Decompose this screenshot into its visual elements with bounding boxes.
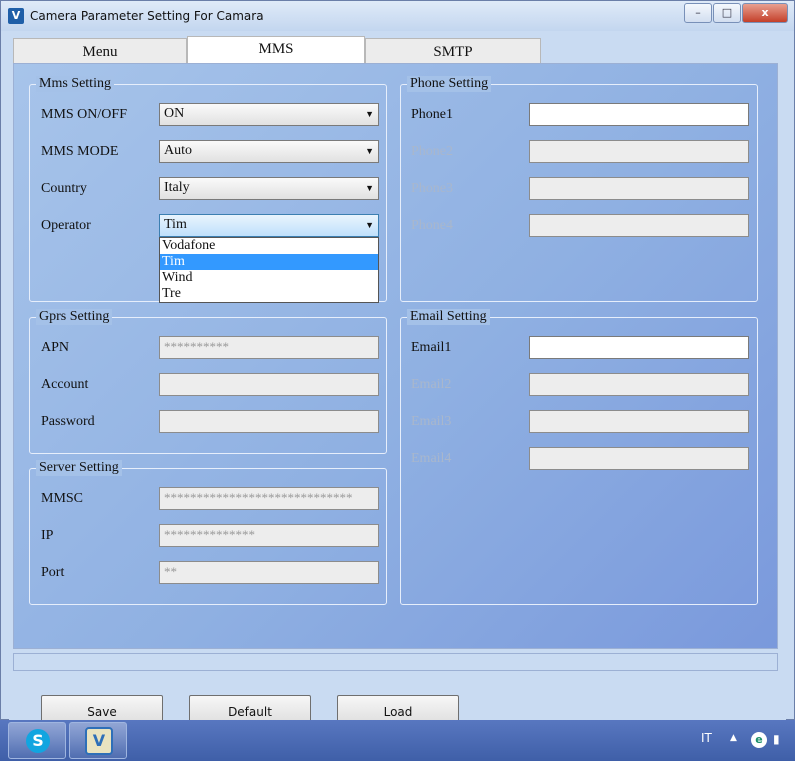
operator-value: Tim bbox=[164, 217, 187, 232]
phone4-field[interactable] bbox=[529, 214, 749, 237]
ip-field[interactable]: ************** bbox=[159, 524, 379, 547]
app-window: V Camera Parameter Setting For Camara – … bbox=[0, 0, 795, 725]
client-area: Menu MMS SMTP Mms Setting MMS ON/OFF ON … bbox=[9, 31, 786, 725]
status-bar bbox=[13, 653, 778, 671]
mms-setting-title: Mms Setting bbox=[36, 76, 114, 92]
chevron-down-icon: ▼ bbox=[365, 109, 374, 119]
taskbar: S V IT ▲ e ▮ bbox=[0, 720, 795, 761]
mms-onoff-label: MMS ON/OFF bbox=[41, 107, 127, 122]
language-indicator[interactable]: IT bbox=[701, 731, 712, 745]
email-setting-title: Email Setting bbox=[407, 309, 490, 325]
mmsc-label: MMSC bbox=[41, 491, 84, 506]
tab-menu[interactable]: Menu bbox=[13, 38, 187, 63]
title-bar[interactable]: V Camera Parameter Setting For Camara – … bbox=[1, 1, 794, 31]
tab-mms[interactable]: MMS bbox=[187, 36, 365, 64]
close-button[interactable]: x bbox=[742, 3, 788, 23]
email2-label: Email2 bbox=[411, 377, 452, 392]
country-combo[interactable]: Italy ▼ bbox=[159, 177, 379, 200]
phone-setting-title: Phone Setting bbox=[407, 76, 492, 92]
tab-smtp[interactable]: SMTP bbox=[365, 38, 541, 63]
chevron-down-icon: ▼ bbox=[365, 220, 374, 230]
apn-field[interactable]: ********** bbox=[159, 336, 379, 359]
email2-field[interactable] bbox=[529, 373, 749, 396]
operator-option-tim[interactable]: Tim bbox=[160, 254, 378, 270]
chevron-down-icon: ▼ bbox=[365, 146, 374, 156]
camera-app-icon: V bbox=[85, 727, 113, 755]
country-label: Country bbox=[41, 181, 87, 196]
mms-mode-value: Auto bbox=[164, 143, 192, 158]
mmsc-field[interactable]: ***************************** bbox=[159, 487, 379, 510]
gprs-setting-title: Gprs Setting bbox=[36, 309, 113, 325]
port-field[interactable]: ** bbox=[159, 561, 379, 584]
phone3-label: Phone3 bbox=[411, 181, 453, 196]
window-controls: – □ x bbox=[683, 3, 788, 23]
mms-onoff-value: ON bbox=[164, 106, 185, 121]
email4-label: Email4 bbox=[411, 451, 452, 466]
phone1-label: Phone1 bbox=[411, 107, 453, 122]
email4-field[interactable] bbox=[529, 447, 749, 470]
phone2-field[interactable] bbox=[529, 140, 749, 163]
phone4-label: Phone4 bbox=[411, 218, 453, 233]
operator-combo[interactable]: Tim ▼ bbox=[159, 214, 379, 237]
window-title: Camera Parameter Setting For Camara bbox=[30, 9, 264, 23]
email1-label: Email1 bbox=[411, 340, 452, 355]
mms-tab-panel: Mms Setting MMS ON/OFF ON ▼ MMS MODE Aut… bbox=[13, 63, 778, 649]
minimize-button[interactable]: – bbox=[684, 3, 712, 23]
ip-label: IP bbox=[41, 528, 54, 543]
operator-label: Operator bbox=[41, 218, 91, 233]
email3-field[interactable] bbox=[529, 410, 749, 433]
camera-app-icon: V bbox=[8, 8, 24, 24]
mms-mode-label: MMS MODE bbox=[41, 144, 119, 159]
operator-option-vodafone[interactable]: Vodafone bbox=[160, 238, 378, 254]
mms-onoff-combo[interactable]: ON ▼ bbox=[159, 103, 379, 126]
phone1-field[interactable] bbox=[529, 103, 749, 126]
chevron-down-icon: ▼ bbox=[365, 183, 374, 193]
mms-mode-combo[interactable]: Auto ▼ bbox=[159, 140, 379, 163]
phone2-label: Phone2 bbox=[411, 144, 453, 159]
operator-dropdown-list: Vodafone Tim Wind Tre bbox=[159, 237, 379, 303]
account-field[interactable] bbox=[159, 373, 379, 396]
taskbar-skype-button[interactable]: S bbox=[8, 722, 66, 759]
email1-field[interactable] bbox=[529, 336, 749, 359]
email3-label: Email3 bbox=[411, 414, 452, 429]
account-label: Account bbox=[41, 377, 89, 392]
apn-label: APN bbox=[41, 340, 70, 355]
operator-option-wind[interactable]: Wind bbox=[160, 270, 378, 286]
password-label: Password bbox=[41, 414, 95, 429]
taskbar-camera-app-button[interactable]: V bbox=[69, 722, 127, 759]
maximize-button[interactable]: □ bbox=[713, 3, 741, 23]
eset-icon[interactable]: e bbox=[751, 732, 767, 748]
password-field[interactable] bbox=[159, 410, 379, 433]
tray-expand-icon[interactable]: ▲ bbox=[730, 733, 737, 743]
operator-option-tre[interactable]: Tre bbox=[160, 286, 378, 302]
server-setting-title: Server Setting bbox=[36, 460, 122, 476]
network-icon[interactable]: ▮ bbox=[773, 732, 789, 748]
port-label: Port bbox=[41, 565, 65, 580]
skype-icon: S bbox=[26, 729, 50, 753]
country-value: Italy bbox=[164, 180, 190, 195]
phone3-field[interactable] bbox=[529, 177, 749, 200]
